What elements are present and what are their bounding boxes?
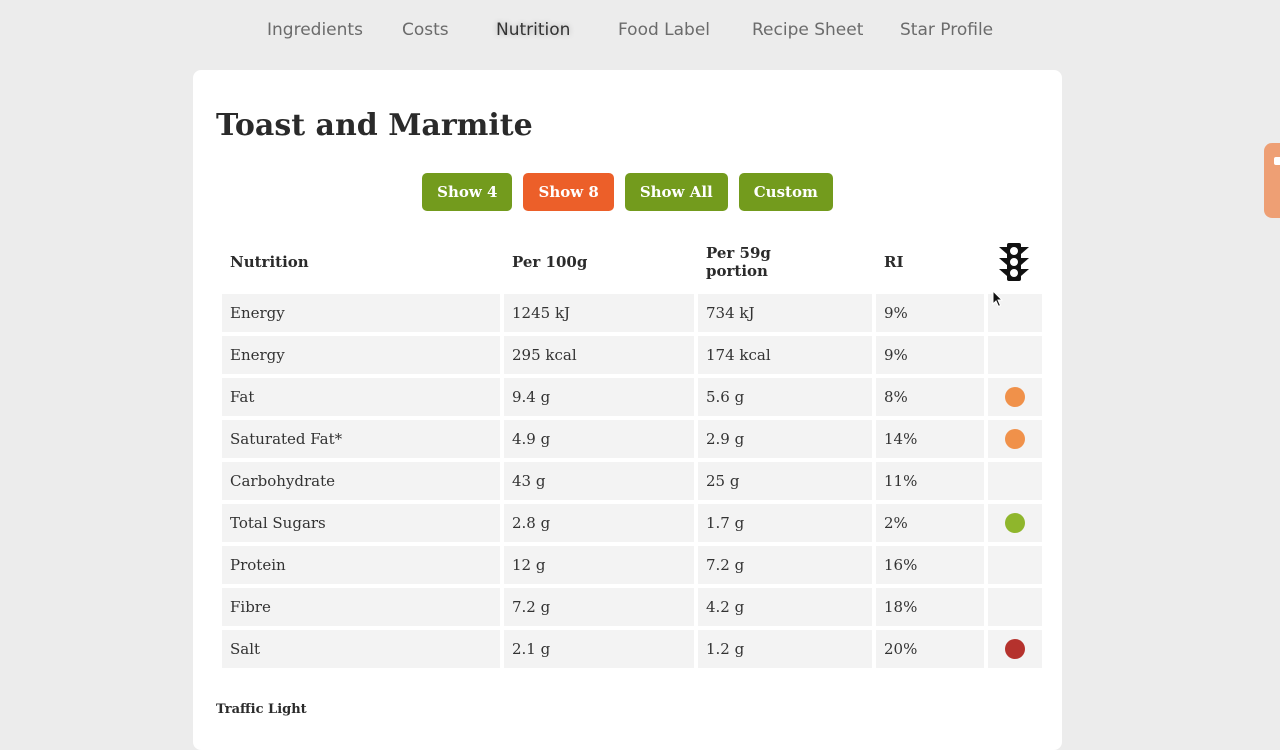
nutrient-name-cell: Fat: [222, 378, 500, 416]
nutrient-name-cell: Protein: [222, 546, 500, 584]
share-icon: [1274, 157, 1280, 165]
show-all-button[interactable]: Show All: [624, 173, 728, 211]
ri-cell: 8%: [876, 378, 984, 416]
per-100g-cell: 2.8 g: [504, 504, 694, 542]
per-100g-cell: 1245 kJ: [504, 294, 694, 332]
table-row: Energy 1245 kJ 734 kJ 9%: [222, 294, 1042, 332]
header-portion-line1: Per 59g: [706, 244, 771, 262]
ri-cell: 16%: [876, 546, 984, 584]
ri-cell: 9%: [876, 294, 984, 332]
mouse-cursor-icon: [992, 290, 1004, 308]
nutrient-name-cell: Fibre: [222, 588, 500, 626]
nutrition-table: Nutrition Per 100g Per 59g portion RI En…: [218, 230, 1046, 672]
nutrient-name-cell: Total Sugars: [222, 504, 500, 542]
traffic-light-dot: [1005, 429, 1025, 449]
traffic-light-cell: [988, 420, 1042, 458]
table-row: Carbohydrate 43 g 25 g 11%: [222, 462, 1042, 500]
per-portion-cell: 1.2 g: [698, 630, 872, 668]
per-100g-cell: 295 kcal: [504, 336, 694, 374]
traffic-light-dot: [1005, 639, 1025, 659]
page-title: Toast and Marmite: [216, 108, 533, 143]
header-ri: RI: [884, 253, 904, 271]
per-100g-cell: 4.9 g: [504, 420, 694, 458]
traffic-light-cell: [988, 588, 1042, 626]
header-traffic-light: [988, 234, 1042, 290]
nutrition-card: Toast and Marmite Show 4 Show 8 Show All…: [193, 70, 1062, 750]
header-portion-line2: portion: [706, 262, 768, 280]
nutrient-name-cell: Carbohydrate: [222, 462, 500, 500]
per-100g-cell: 9.4 g: [504, 378, 694, 416]
traffic-light-cell: [988, 630, 1042, 668]
per-portion-cell: 4.2 g: [698, 588, 872, 626]
tab-food-label[interactable]: Food Label: [618, 18, 710, 42]
table-header-row: Nutrition Per 100g Per 59g portion RI: [222, 234, 1042, 290]
traffic-light-cell: [988, 462, 1042, 500]
filter-buttons: Show 4 Show 8 Show All Custom: [193, 173, 1062, 211]
traffic-light-cell: [988, 546, 1042, 584]
custom-button[interactable]: Custom: [738, 173, 833, 211]
tab-nutrition[interactable]: Nutrition: [496, 18, 570, 42]
per-portion-cell: 2.9 g: [698, 420, 872, 458]
traffic-light-dot: [1005, 387, 1025, 407]
tab-recipe-sheet[interactable]: Recipe Sheet: [752, 18, 863, 42]
ri-cell: 11%: [876, 462, 984, 500]
tab-costs[interactable]: Costs: [402, 18, 449, 42]
traffic-light-icon: [999, 243, 1029, 281]
show-8-button[interactable]: Show 8: [523, 173, 614, 211]
ri-cell: 20%: [876, 630, 984, 668]
per-100g-cell: 2.1 g: [504, 630, 694, 668]
header-per-100g: Per 100g: [512, 253, 588, 271]
per-portion-cell: 734 kJ: [698, 294, 872, 332]
traffic-light-section-label: Traffic Light: [216, 702, 307, 717]
per-100g-cell: 12 g: [504, 546, 694, 584]
table-row: Energy 295 kcal 174 kcal 9%: [222, 336, 1042, 374]
nutrient-name-cell: Saturated Fat*: [222, 420, 500, 458]
table-row: Fibre 7.2 g 4.2 g 18%: [222, 588, 1042, 626]
ri-cell: 18%: [876, 588, 984, 626]
table-row: Salt 2.1 g 1.2 g 20%: [222, 630, 1042, 668]
nutrient-name-cell: Energy: [222, 336, 500, 374]
per-portion-cell: 25 g: [698, 462, 872, 500]
table-row: Saturated Fat* 4.9 g 2.9 g 14%: [222, 420, 1042, 458]
show-4-button[interactable]: Show 4: [422, 173, 513, 211]
traffic-light-cell: [988, 336, 1042, 374]
ri-cell: 2%: [876, 504, 984, 542]
per-portion-cell: 5.6 g: [698, 378, 872, 416]
traffic-light-cell: [988, 504, 1042, 542]
traffic-light-cell: [988, 378, 1042, 416]
header-nutrition: Nutrition: [230, 253, 309, 271]
tab-star-profile[interactable]: Star Profile: [900, 18, 993, 42]
side-share-tab[interactable]: [1264, 143, 1280, 218]
per-portion-cell: 7.2 g: [698, 546, 872, 584]
traffic-light-dot: [1005, 513, 1025, 533]
nutrient-name-cell: Salt: [222, 630, 500, 668]
table-row: Protein 12 g 7.2 g 16%: [222, 546, 1042, 584]
ri-cell: 14%: [876, 420, 984, 458]
tab-ingredients[interactable]: Ingredients: [267, 18, 363, 42]
per-100g-cell: 7.2 g: [504, 588, 694, 626]
table-row: Fat 9.4 g 5.6 g 8%: [222, 378, 1042, 416]
per-100g-cell: 43 g: [504, 462, 694, 500]
table-row: Total Sugars 2.8 g 1.7 g 2%: [222, 504, 1042, 542]
header-per-portion: Per 59g portion: [698, 234, 872, 290]
ri-cell: 9%: [876, 336, 984, 374]
per-portion-cell: 174 kcal: [698, 336, 872, 374]
per-portion-cell: 1.7 g: [698, 504, 872, 542]
nutrient-name-cell: Energy: [222, 294, 500, 332]
table-body: Energy 1245 kJ 734 kJ 9% Energy 295 kcal 174 k…: [222, 294, 1042, 668]
